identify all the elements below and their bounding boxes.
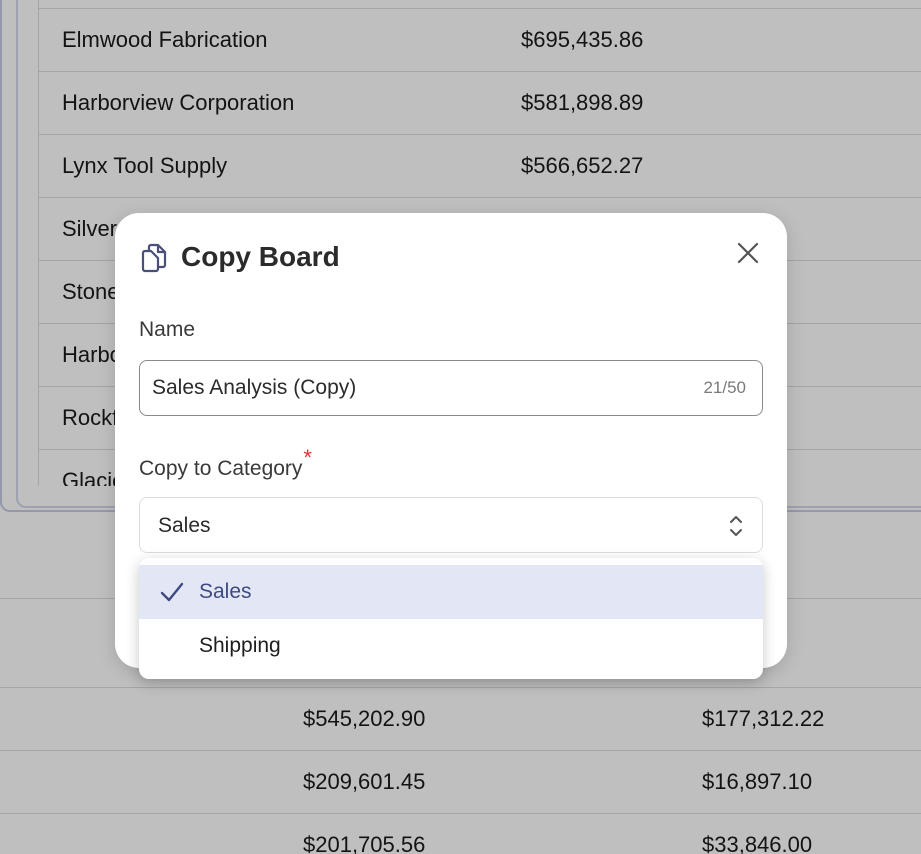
name-field[interactable]: 21/50 (139, 360, 763, 416)
dropdown-option-shipping[interactable]: Shipping (139, 619, 763, 673)
category-dropdown: Sales Shipping (139, 558, 763, 679)
close-icon[interactable] (734, 239, 762, 267)
category-select-value: Sales (158, 514, 211, 537)
dropdown-option-label: Shipping (199, 634, 281, 657)
category-label: Copy to Category* (139, 445, 312, 481)
dropdown-option-sales[interactable]: Sales (139, 565, 763, 619)
required-mark: * (303, 445, 312, 470)
check-icon (160, 582, 184, 602)
chevron-up-down-icon (730, 516, 742, 536)
char-count: 21/50 (703, 378, 746, 397)
dropdown-option-label: Sales (199, 580, 252, 603)
category-label-text: Copy to Category (139, 457, 303, 480)
name-input[interactable] (152, 361, 672, 414)
copy-icon (141, 243, 167, 273)
name-label: Name (139, 318, 196, 341)
dialog-title: Copy Board (181, 241, 340, 272)
category-select[interactable]: Sales (139, 497, 763, 553)
